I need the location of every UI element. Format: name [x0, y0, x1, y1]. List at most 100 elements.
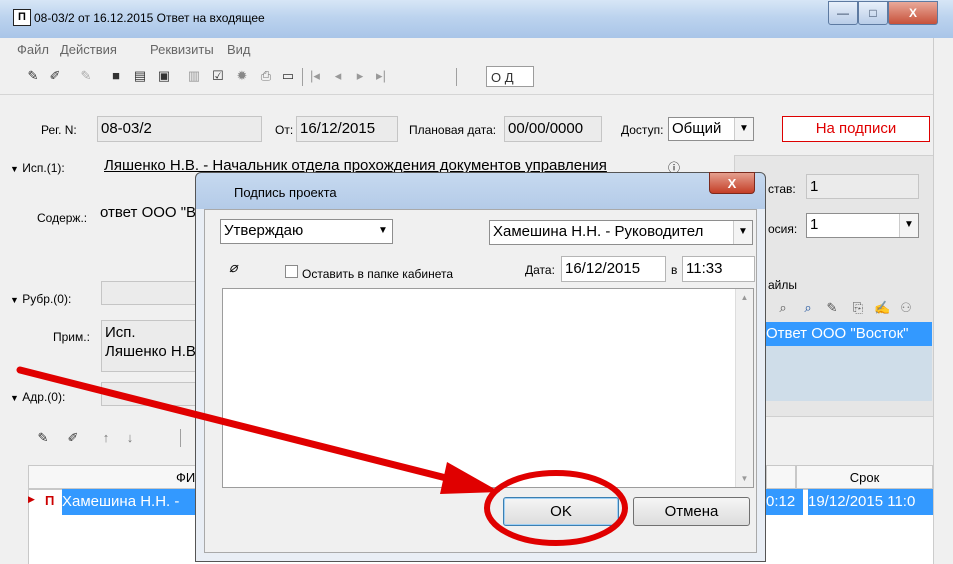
comment-textarea[interactable]: ▲ ▼: [222, 288, 754, 488]
chevron-down-icon[interactable]: ▼: [374, 220, 392, 243]
access-value: Общий: [672, 120, 722, 137]
grid-row-time[interactable]: 0:12: [766, 489, 803, 515]
reg-number-field[interactable]: 08-03/2: [97, 116, 262, 142]
move-up-icon[interactable]: ↑: [98, 430, 114, 446]
address-label[interactable]: ▼ Адр.(0):: [10, 390, 65, 404]
check-icon[interactable]: ☑: [210, 68, 226, 84]
add-address-icon[interactable]: ✎: [35, 430, 51, 446]
grid-row-deadline[interactable]: 19/12/2015 11:0: [808, 489, 933, 515]
grid-header-deadline[interactable]: Срок: [796, 465, 933, 489]
from-label: От:: [275, 123, 294, 137]
decision-select[interactable]: Утверждаю ▼: [220, 219, 393, 244]
last-record-icon[interactable]: ▸|: [373, 68, 389, 84]
toolbar-separator: [180, 429, 181, 447]
menu-file[interactable]: Файл: [17, 42, 49, 57]
content-field[interactable]: ответ ООО "В: [97, 203, 202, 261]
menu-view[interactable]: Вид: [227, 42, 251, 57]
move-down-icon[interactable]: ↓: [122, 430, 138, 446]
sostav-field[interactable]: 1: [806, 174, 919, 199]
window-close-button[interactable]: X: [888, 1, 938, 25]
prev-record-icon[interactable]: ◂: [330, 68, 346, 84]
dialog-body: Утверждаю ▼ Хамешина Н.Н. - Руководител …: [204, 209, 757, 553]
menu-bar: Файл Действия Реквизиты Вид: [0, 38, 953, 60]
menu-requisites[interactable]: Реквизиты: [150, 42, 214, 57]
print-icon[interactable]: ⎙: [258, 68, 274, 84]
scroll-down-icon[interactable]: ▼: [736, 474, 753, 483]
sign-file-icon[interactable]: ✍: [874, 300, 890, 316]
maximize-button[interactable]: □: [858, 1, 888, 25]
menu-actions[interactable]: Действия: [60, 42, 117, 57]
priority-icon: П: [45, 493, 55, 508]
new-doc-icon[interactable]: ✎: [25, 68, 41, 84]
executor-label[interactable]: ▼ Исп.(1):: [10, 161, 65, 175]
grid-header-fio-text: ФИ: [176, 470, 196, 485]
decision-value: Утверждаю: [224, 222, 304, 239]
keep-in-cabinet-checkbox[interactable]: [285, 265, 298, 278]
new-linked-icon[interactable]: ✎: [78, 68, 94, 84]
row-pointer-icon: ▶: [28, 494, 35, 504]
reg-label: Рег. N:: [41, 123, 77, 137]
grid-row-name[interactable]: Хамешина Н.Н. -: [62, 489, 202, 515]
gear-icon[interactable]: ✹: [234, 68, 250, 84]
from-date-field[interactable]: 16/12/2015: [296, 116, 398, 142]
version-value: 1: [810, 216, 819, 233]
search-file-icon[interactable]: ⌕: [800, 300, 816, 316]
version-label: осия:: [768, 222, 798, 236]
date-field[interactable]: 16/12/2015: [561, 256, 666, 282]
expand-triangle-icon: ▼: [10, 393, 19, 403]
address-field[interactable]: [101, 382, 202, 406]
paperclip-icon[interactable]: ⌀: [229, 259, 237, 276]
grid-header-time[interactable]: [766, 465, 796, 489]
status-badge: На подписи: [782, 116, 930, 142]
note-field[interactable]: Исп. Ляшенко Н.В: [101, 320, 202, 372]
note-label: Прим.:: [53, 330, 90, 344]
date-label: Дата:: [525, 263, 555, 277]
add-address-group-icon[interactable]: ✐: [65, 430, 81, 446]
access-label: Доступ:: [621, 123, 664, 137]
cancel-button[interactable]: Отмена: [633, 497, 750, 526]
first-record-icon[interactable]: |◂: [307, 68, 323, 84]
rubric-label[interactable]: ▼ Рубр.(0):: [10, 292, 71, 306]
save-icon[interactable]: ■: [108, 68, 124, 84]
window-icon[interactable]: ▭: [280, 68, 296, 84]
toolbar-separator: [302, 68, 303, 86]
card-icon[interactable]: ▣: [156, 68, 172, 84]
dialog-close-button[interactable]: X: [709, 172, 755, 194]
textarea-scrollbar[interactable]: ▲ ▼: [735, 289, 753, 487]
toolbar-separator: [456, 68, 457, 86]
app-icon: П: [13, 9, 31, 26]
scroll-up-icon[interactable]: ▲: [736, 293, 753, 302]
register-icon[interactable]: ▥: [186, 68, 202, 84]
minimize-button[interactable]: —: [828, 1, 858, 25]
toolbar: ✎ ✐ ✎ ■ ▤ ▣ ▥ ☑ ✹ ⎙ ▭ |◂ ◂ ▸ ▸| О Д: [0, 60, 953, 95]
signer-value: Хамешина Н.Н. - Руководител: [493, 223, 704, 240]
copy-file-icon[interactable]: ⎘: [850, 300, 866, 316]
dialog-title: Подпись проекта: [234, 185, 337, 200]
chevron-down-icon[interactable]: ▼: [734, 118, 753, 140]
signer-select[interactable]: Хамешина Н.Н. - Руководител ▼: [489, 220, 753, 245]
rubric-label-text: Рубр.(0):: [22, 292, 72, 306]
chevron-down-icon[interactable]: ▼: [733, 221, 752, 244]
rubric-field[interactable]: [101, 281, 202, 305]
view-file-icon[interactable]: ⌕: [775, 300, 791, 316]
edit-file-icon[interactable]: ✎: [824, 300, 840, 316]
title-bar: П 08-03/2 от 16.12.2015 Ответ на входяще…: [0, 0, 953, 38]
content-label: Содерж.:: [37, 211, 88, 225]
window-title: 08-03/2 от 16.12.2015 Ответ на входящее: [34, 11, 265, 25]
expand-triangle-icon: ▼: [10, 164, 19, 174]
version-select[interactable]: 1 ▼: [806, 213, 919, 238]
new-copy-icon[interactable]: ✐: [47, 68, 63, 84]
file-item[interactable]: Ответ ООО "Восток": [766, 322, 932, 346]
next-record-icon[interactable]: ▸: [352, 68, 368, 84]
address-label-text: Адр.(0):: [22, 390, 66, 404]
access-select[interactable]: Общий ▼: [668, 117, 754, 141]
view-mode-box[interactable]: О Д: [486, 66, 534, 87]
chevron-down-icon[interactable]: ▼: [899, 214, 918, 237]
planned-date-field[interactable]: 00/00/0000: [504, 116, 602, 142]
edit-icon[interactable]: ▤: [132, 68, 148, 84]
time-field[interactable]: 11:33: [682, 256, 755, 282]
people-icon[interactable]: ⚇: [898, 300, 914, 316]
sostav-label: став:: [768, 182, 796, 196]
ok-button[interactable]: OK: [503, 497, 619, 526]
sign-project-dialog: Подпись проекта X Утверждаю ▼ Хамешина Н…: [195, 172, 766, 562]
